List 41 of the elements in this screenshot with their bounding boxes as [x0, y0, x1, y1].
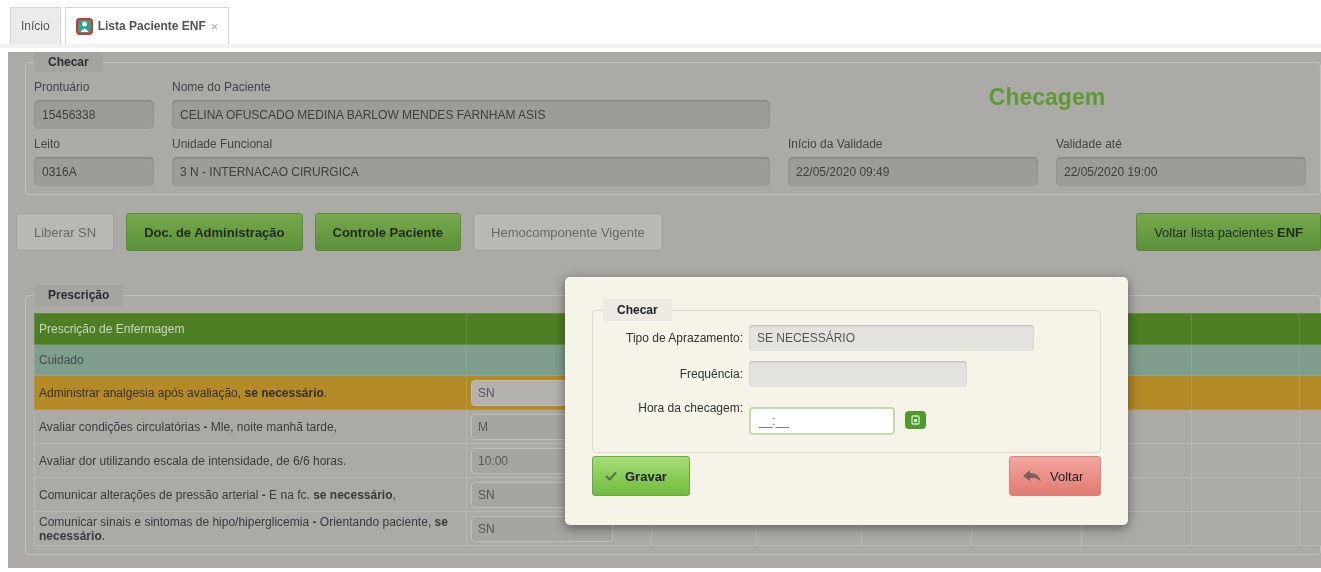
action-button[interactable]: Controle Paciente	[314, 213, 462, 251]
field-label: Hora da checagem:	[637, 400, 743, 415]
text-field[interactable]: SE NECESSÁRIO	[749, 325, 1034, 351]
tab[interactable]: Início	[10, 7, 61, 44]
back-button[interactable]: Voltar lista pacientes ENF	[1136, 213, 1321, 251]
panel-title: Checar	[603, 299, 672, 321]
patient-icon	[75, 17, 93, 35]
table-row-text: Avaliar dor utilizando escala de intensidade, de 6/6 horas.	[34, 443, 467, 478]
field-label: Validade até	[1056, 136, 1123, 151]
time-field[interactable]: __:__	[749, 407, 895, 435]
group-header: Cuidado	[34, 344, 467, 376]
return-arrow-icon	[1022, 469, 1042, 483]
text-field[interactable]	[749, 361, 967, 387]
text-field[interactable]: 3 N - INTERNACAO CIRURGICA	[172, 157, 770, 186]
text-field[interactable]: 22/05/2020 09:49	[788, 157, 1038, 186]
field-label: Tipo de Aprazamento:	[625, 331, 743, 345]
table-row-text: Administrar analgesia após avaliação, se necessário.	[34, 375, 467, 410]
panel-title: Prescrição	[34, 285, 124, 305]
field-label: Prontuário	[34, 79, 91, 94]
action-button[interactable]: Doc. de Administração	[126, 213, 303, 251]
close-icon[interactable]: ×	[210, 18, 219, 34]
page-title: Checagem	[987, 83, 1107, 112]
panel-title: Checar	[34, 52, 103, 72]
table-row-text: Comunicar alterações de pressão arterial - E na fc. se necessário,	[34, 477, 467, 512]
text-field[interactable]: 0316A	[34, 157, 154, 186]
field-label: Frequência:	[678, 367, 743, 381]
tab[interactable]: Lista Paciente ENF ×	[64, 7, 230, 44]
text-field[interactable]: 22/05/2020 19:00	[1056, 157, 1306, 186]
field-label: Leito	[34, 136, 62, 151]
field-label: Unidade Funcional	[172, 136, 274, 151]
field-label: Nome do Paciente	[172, 79, 272, 94]
table-row-text: Avaliar condições circulatórias - Mle, noite manhã tarde,	[34, 409, 467, 444]
check-icon	[605, 471, 617, 481]
save-button[interactable]: Gravar	[592, 456, 690, 496]
table-header: Prescrição de Enfermagem	[34, 313, 467, 345]
table-row-text: Comunicar sinais e sintomas de hipo/hiperglicemia - Orientando paciente, se necessário.	[34, 511, 467, 546]
field-label: Início da Validade	[788, 136, 884, 151]
calendar-icon[interactable]	[905, 411, 926, 429]
text-field[interactable]: CELINA OFUSCADO MEDINA BARLOW MENDES FARNHAM ASIS	[172, 100, 770, 129]
back-button[interactable]: Voltar	[1009, 456, 1101, 496]
text-field[interactable]: 15456338	[34, 100, 154, 129]
